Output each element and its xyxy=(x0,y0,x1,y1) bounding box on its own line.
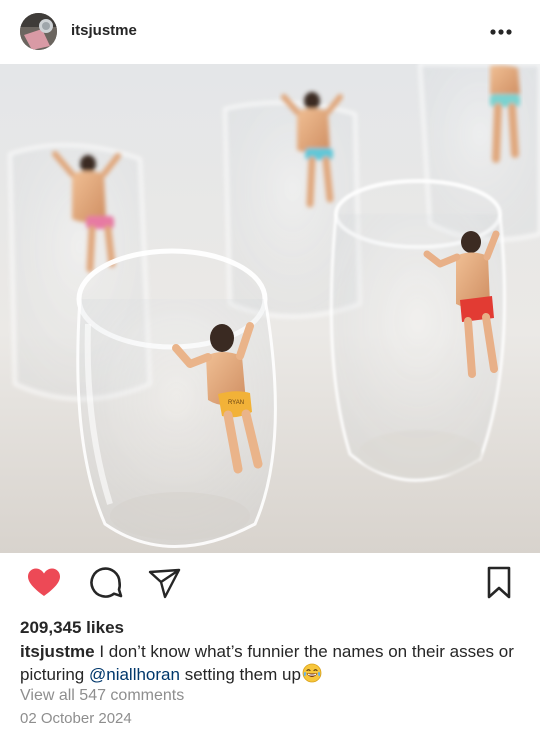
bookmark-icon[interactable] xyxy=(482,565,518,601)
post-header: itsjustme xyxy=(0,0,540,64)
view-all-comments-link[interactable]: View all 547 comments xyxy=(20,687,184,705)
post-image[interactable]: RYAN xyxy=(0,64,540,553)
post-date: 02 October 2024 xyxy=(20,710,132,727)
comment-icon[interactable] xyxy=(88,565,124,601)
post-caption: itsjustme I don’t know what’s funnier th… xyxy=(20,640,520,686)
caption-username[interactable]: itsjustme xyxy=(20,642,95,661)
laughing-crying-emoji-icon xyxy=(302,663,322,683)
likes-count[interactable]: 209,345 likes xyxy=(20,618,124,638)
more-horizontal-icon[interactable] xyxy=(488,22,514,42)
send-icon[interactable] xyxy=(147,565,183,601)
avatar[interactable] xyxy=(20,13,57,50)
post-username[interactable]: itsjustme xyxy=(71,22,137,39)
post-actions xyxy=(0,565,540,603)
caption-text-after: setting them up xyxy=(179,665,301,684)
heart-icon[interactable] xyxy=(26,565,62,601)
photo-name-label: RYAN xyxy=(228,400,244,406)
caption-mention[interactable]: @niallhoran xyxy=(89,665,180,684)
